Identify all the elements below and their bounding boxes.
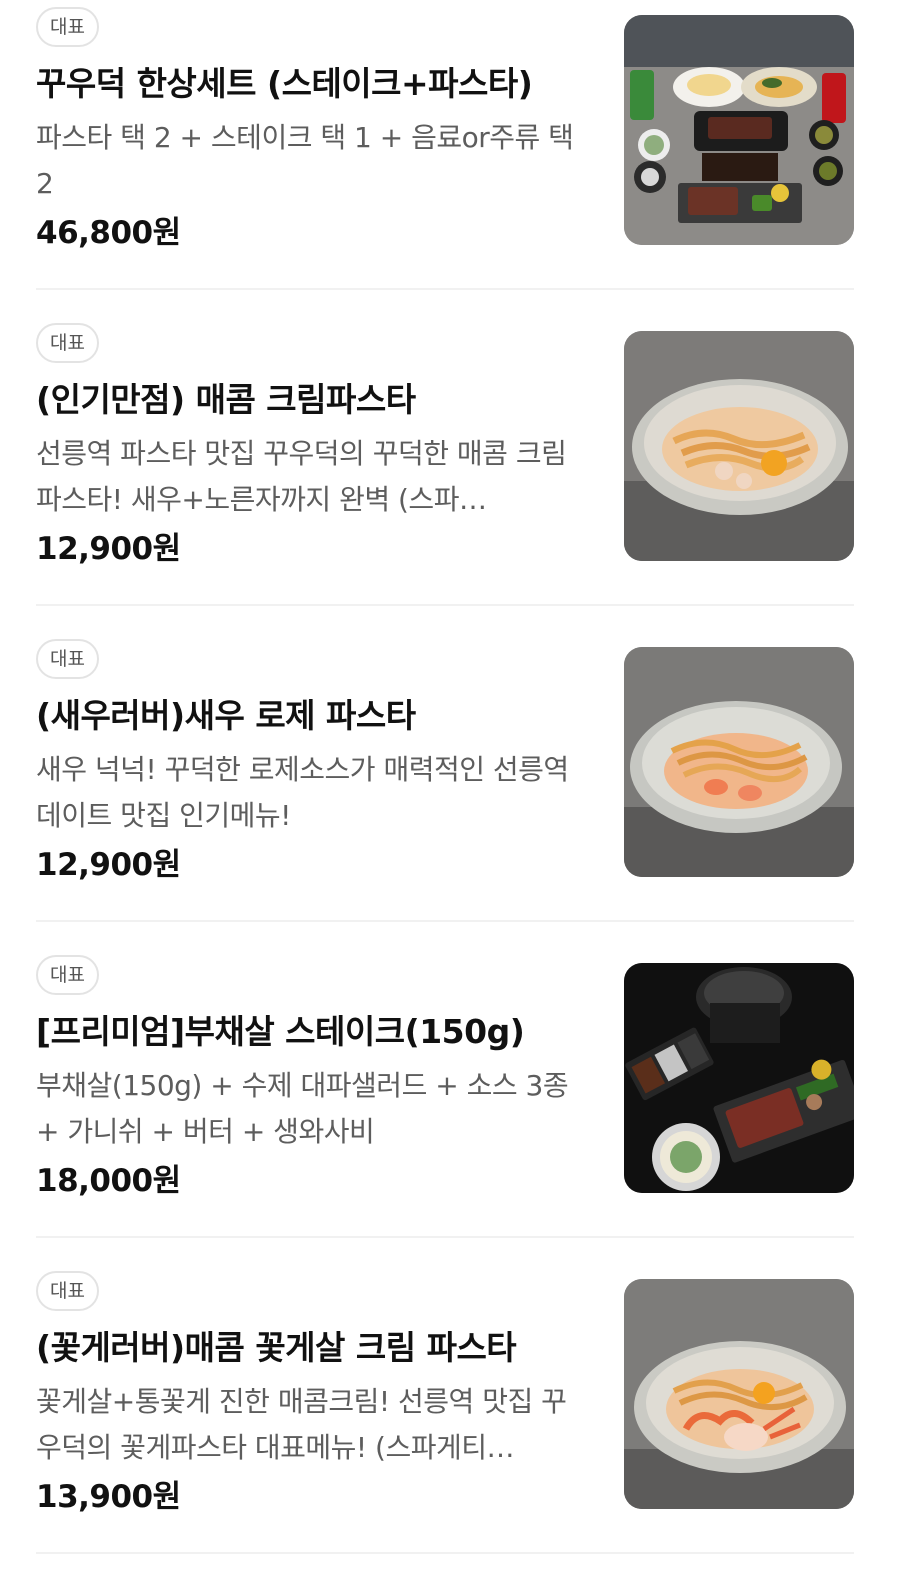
menu-item-description: 파스타 택 2 + 스테이크 택 1 + 음료or주류 택2 [36,121,574,200]
menu-item-name: (새우러버)새우 로제 파스타 [36,696,416,735]
menu-item-rose-pasta[interactable]: 대표 (새우러버)새우 로제 파스타 새우 넉넉! 꾸덕한 로제소스가 매력적인… [36,639,854,883]
menu-item-set-meal[interactable]: 대표 꾸우덕 한상세트 (스테이크+파스타) 파스타 택 2 + 스테이크 택 … [36,7,854,251]
menu-item-price: 18,000원 [36,1163,181,1199]
menu-item-description: 새우 넉넉! 꾸덕한 로제소스가 매력적인 선릉역 데이트 맛집 인기메뉴! [36,753,569,832]
signature-badge: 대표 [36,323,99,363]
menu-item-price: 12,900원 [36,531,181,567]
cream-pasta-photo [624,331,854,561]
menu-item-steak[interactable]: 대표 [프리미엄]부채살 스테이크(150g) 부채살(150g) + 수제 대… [36,955,854,1199]
menu-item-name: (꽃게러버)매콤 꽃게살 크림 파스타 [36,1328,517,1367]
menu-item-crab-pasta[interactable]: 대표 (꽃게러버)매콤 꽃게살 크림 파스타 꽃게살+통꽃게 진한 매콤크림! … [36,1271,854,1515]
menu-item-description: 꽃게살+통꽃게 진한 매콤크림! 선릉역 맛집 꾸우덕의 꽃게파스타 대표메뉴!… [36,1385,567,1464]
signature-badge: 대표 [36,1271,99,1311]
menu-item-cream-pasta[interactable]: 대표 (인기만점) 매콤 크림파스타 선릉역 파스타 맛집 꾸우덕의 꾸덕한 매… [36,323,854,567]
menu-item-photo[interactable] [624,331,854,561]
menu-item-description: 부채살(150g) + 수제 대파샐러드 + 소스 3종 + 가니쉬 + 버터 … [36,1069,569,1148]
menu-item-price: 12,900원 [36,847,181,883]
signature-badge: 대표 [36,955,99,995]
divider [36,1552,854,1554]
menu-item-photo[interactable] [624,1279,854,1509]
menu-list: 대표 꾸우덕 한상세트 (스테이크+파스타) 파스타 택 2 + 스테이크 택 … [0,0,900,1590]
signature-badge: 대표 [36,7,99,47]
divider [36,288,854,290]
rose-pasta-photo [624,647,854,877]
divider [36,604,854,606]
menu-item-description: 선릉역 파스타 맛집 꾸우덕의 꾸덕한 매콤 크림파스타! 새우+노른자까지 완… [36,437,567,516]
crab-pasta-photo [624,1279,854,1509]
menu-item-name: [프리미엄]부채살 스테이크(150g) [36,1012,525,1051]
menu-item-photo[interactable] [624,647,854,877]
menu-item-price: 13,900원 [36,1479,181,1515]
divider [36,1236,854,1238]
menu-item-price: 46,800원 [36,215,181,251]
divider [36,920,854,922]
menu-item-photo[interactable] [624,963,854,1193]
steak-photo [624,963,854,1193]
menu-item-photo[interactable] [624,15,854,245]
menu-item-name: 꾸우덕 한상세트 (스테이크+파스타) [36,64,533,103]
set-meal-photo [624,15,854,245]
menu-item-name: (인기만점) 매콤 크림파스타 [36,380,416,419]
signature-badge: 대표 [36,639,99,679]
